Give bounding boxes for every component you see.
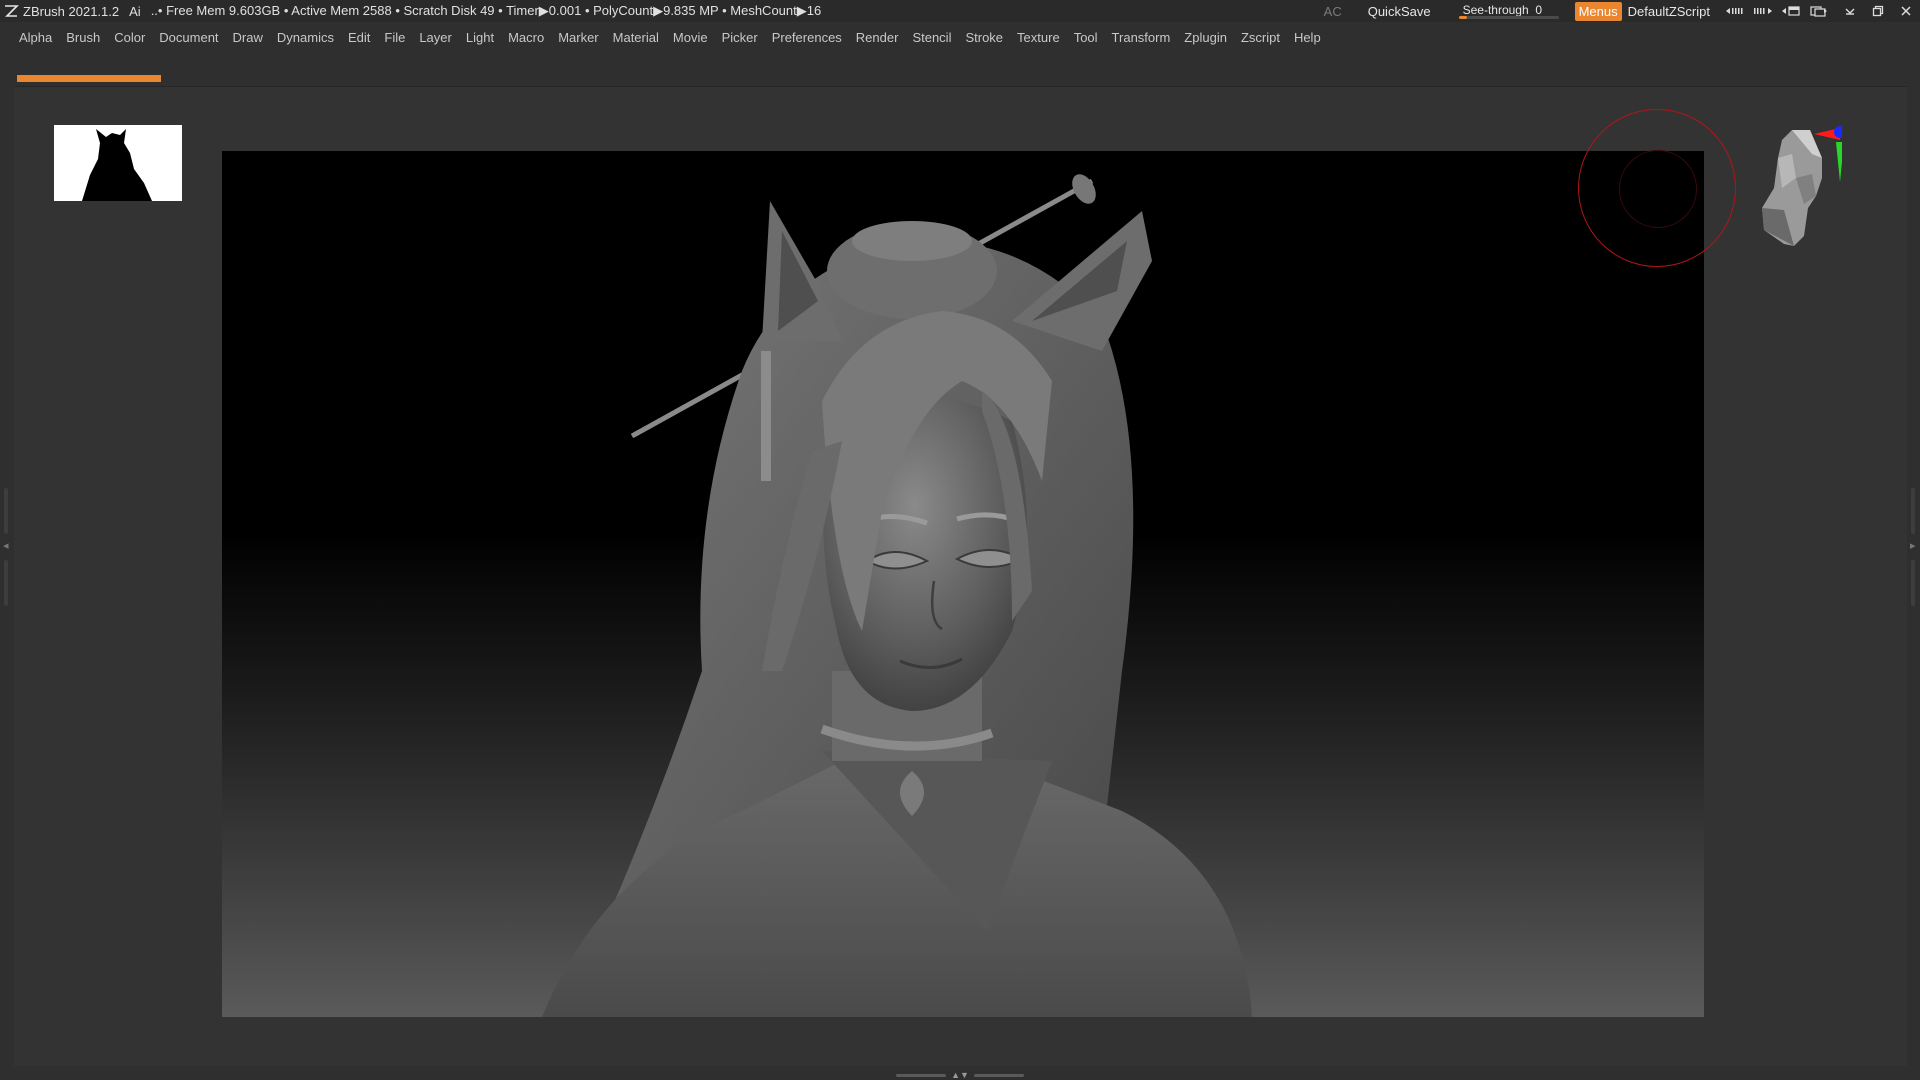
default-zscript-button[interactable]: DefaultZScript [1628, 4, 1710, 19]
expand-right-icon: ▸ [1910, 540, 1916, 552]
active-tab-indicator [17, 75, 161, 82]
memory-stats: ..• Free Mem 9.603GB • Active Mem 2588 •… [150, 3, 822, 18]
title-bar: ZBrush 2021.1.2 Ai ..• Free Mem 9.603GB … [0, 0, 1920, 22]
menu-file[interactable]: File [377, 30, 412, 45]
left-tray-grip-lower [4, 560, 8, 606]
menu-zscript[interactable]: Zscript [1234, 30, 1287, 45]
left-tray-grip [4, 488, 8, 534]
main-menu-bar: Alpha Brush Color Document Draw Dynamics… [0, 24, 1328, 50]
zbrush-logo-icon [5, 5, 19, 17]
menu-tool[interactable]: Tool [1067, 30, 1105, 45]
see-through-label: See-through [1462, 3, 1529, 17]
see-through-fill [1458, 16, 1467, 19]
menus-toggle-button[interactable]: Menus [1574, 1, 1622, 21]
menu-material[interactable]: Material [606, 30, 666, 45]
quicksave-button[interactable]: QuickSave [1368, 4, 1431, 19]
right-tray-grip [1911, 488, 1915, 534]
menu-movie[interactable]: Movie [666, 30, 715, 45]
menu-draw[interactable]: Draw [226, 30, 270, 45]
menu-document[interactable]: Document [152, 30, 225, 45]
menu-marker[interactable]: Marker [551, 30, 605, 45]
restore-icon[interactable] [1864, 0, 1892, 22]
see-through-track [1458, 16, 1559, 19]
brush-cursor-inner-ring [1619, 150, 1697, 228]
menu-alpha[interactable]: Alpha [12, 30, 59, 45]
window-layout-icon[interactable] [1808, 3, 1830, 19]
menu-transform[interactable]: Transform [1105, 30, 1178, 45]
menu-edit[interactable]: Edit [341, 30, 377, 45]
menu-help[interactable]: Help [1287, 30, 1328, 45]
menu-layer[interactable]: Layer [412, 30, 459, 45]
minimize-icon[interactable] [1836, 0, 1864, 22]
right-tray-handle[interactable]: ▸ [1910, 488, 1916, 614]
bottom-tray-handle[interactable]: ▲▼ [896, 1071, 1024, 1080]
expand-left-icon: ◂ [3, 540, 9, 552]
ai-label: Ai [129, 3, 141, 19]
layout-alt-icon[interactable] [1780, 3, 1802, 19]
layout-right-icon[interactable] [1752, 3, 1774, 19]
left-tray-handle[interactable]: ◂ [3, 488, 9, 614]
thumbnail-view[interactable] [54, 125, 182, 201]
ac-button[interactable]: AC [1324, 4, 1342, 19]
menu-dynamics[interactable]: Dynamics [270, 30, 341, 45]
sculpt-canvas[interactable] [222, 151, 1704, 1017]
close-icon[interactable] [1892, 0, 1920, 22]
menu-macro[interactable]: Macro [501, 30, 551, 45]
menu-preferences[interactable]: Preferences [765, 30, 849, 45]
expand-bottom-icon: ▲▼ [951, 1070, 969, 1080]
menu-color[interactable]: Color [107, 30, 152, 45]
layout-left-icon[interactable] [1724, 3, 1746, 19]
menu-stencil[interactable]: Stencil [905, 30, 958, 45]
see-through-slider[interactable]: See-through 0 [1457, 2, 1563, 20]
menu-brush[interactable]: Brush [59, 30, 107, 45]
sculpt-model-image [542, 174, 1252, 1017]
navigation-head-icon[interactable] [1752, 118, 1842, 254]
menu-texture[interactable]: Texture [1010, 30, 1067, 45]
menu-zplugin[interactable]: Zplugin [1177, 30, 1234, 45]
menu-light[interactable]: Light [459, 30, 501, 45]
menu-stroke[interactable]: Stroke [958, 30, 1010, 45]
app-title: ZBrush 2021.1.2 [23, 3, 120, 19]
see-through-value: 0 [1535, 3, 1542, 17]
silhouette-thumbnail-image [82, 129, 152, 201]
right-tray-grip-lower [1911, 560, 1915, 606]
bottom-tray-grip-left [896, 1074, 946, 1077]
menu-render[interactable]: Render [849, 30, 906, 45]
bottom-tray-grip-right [974, 1074, 1024, 1077]
menu-picker[interactable]: Picker [715, 30, 765, 45]
